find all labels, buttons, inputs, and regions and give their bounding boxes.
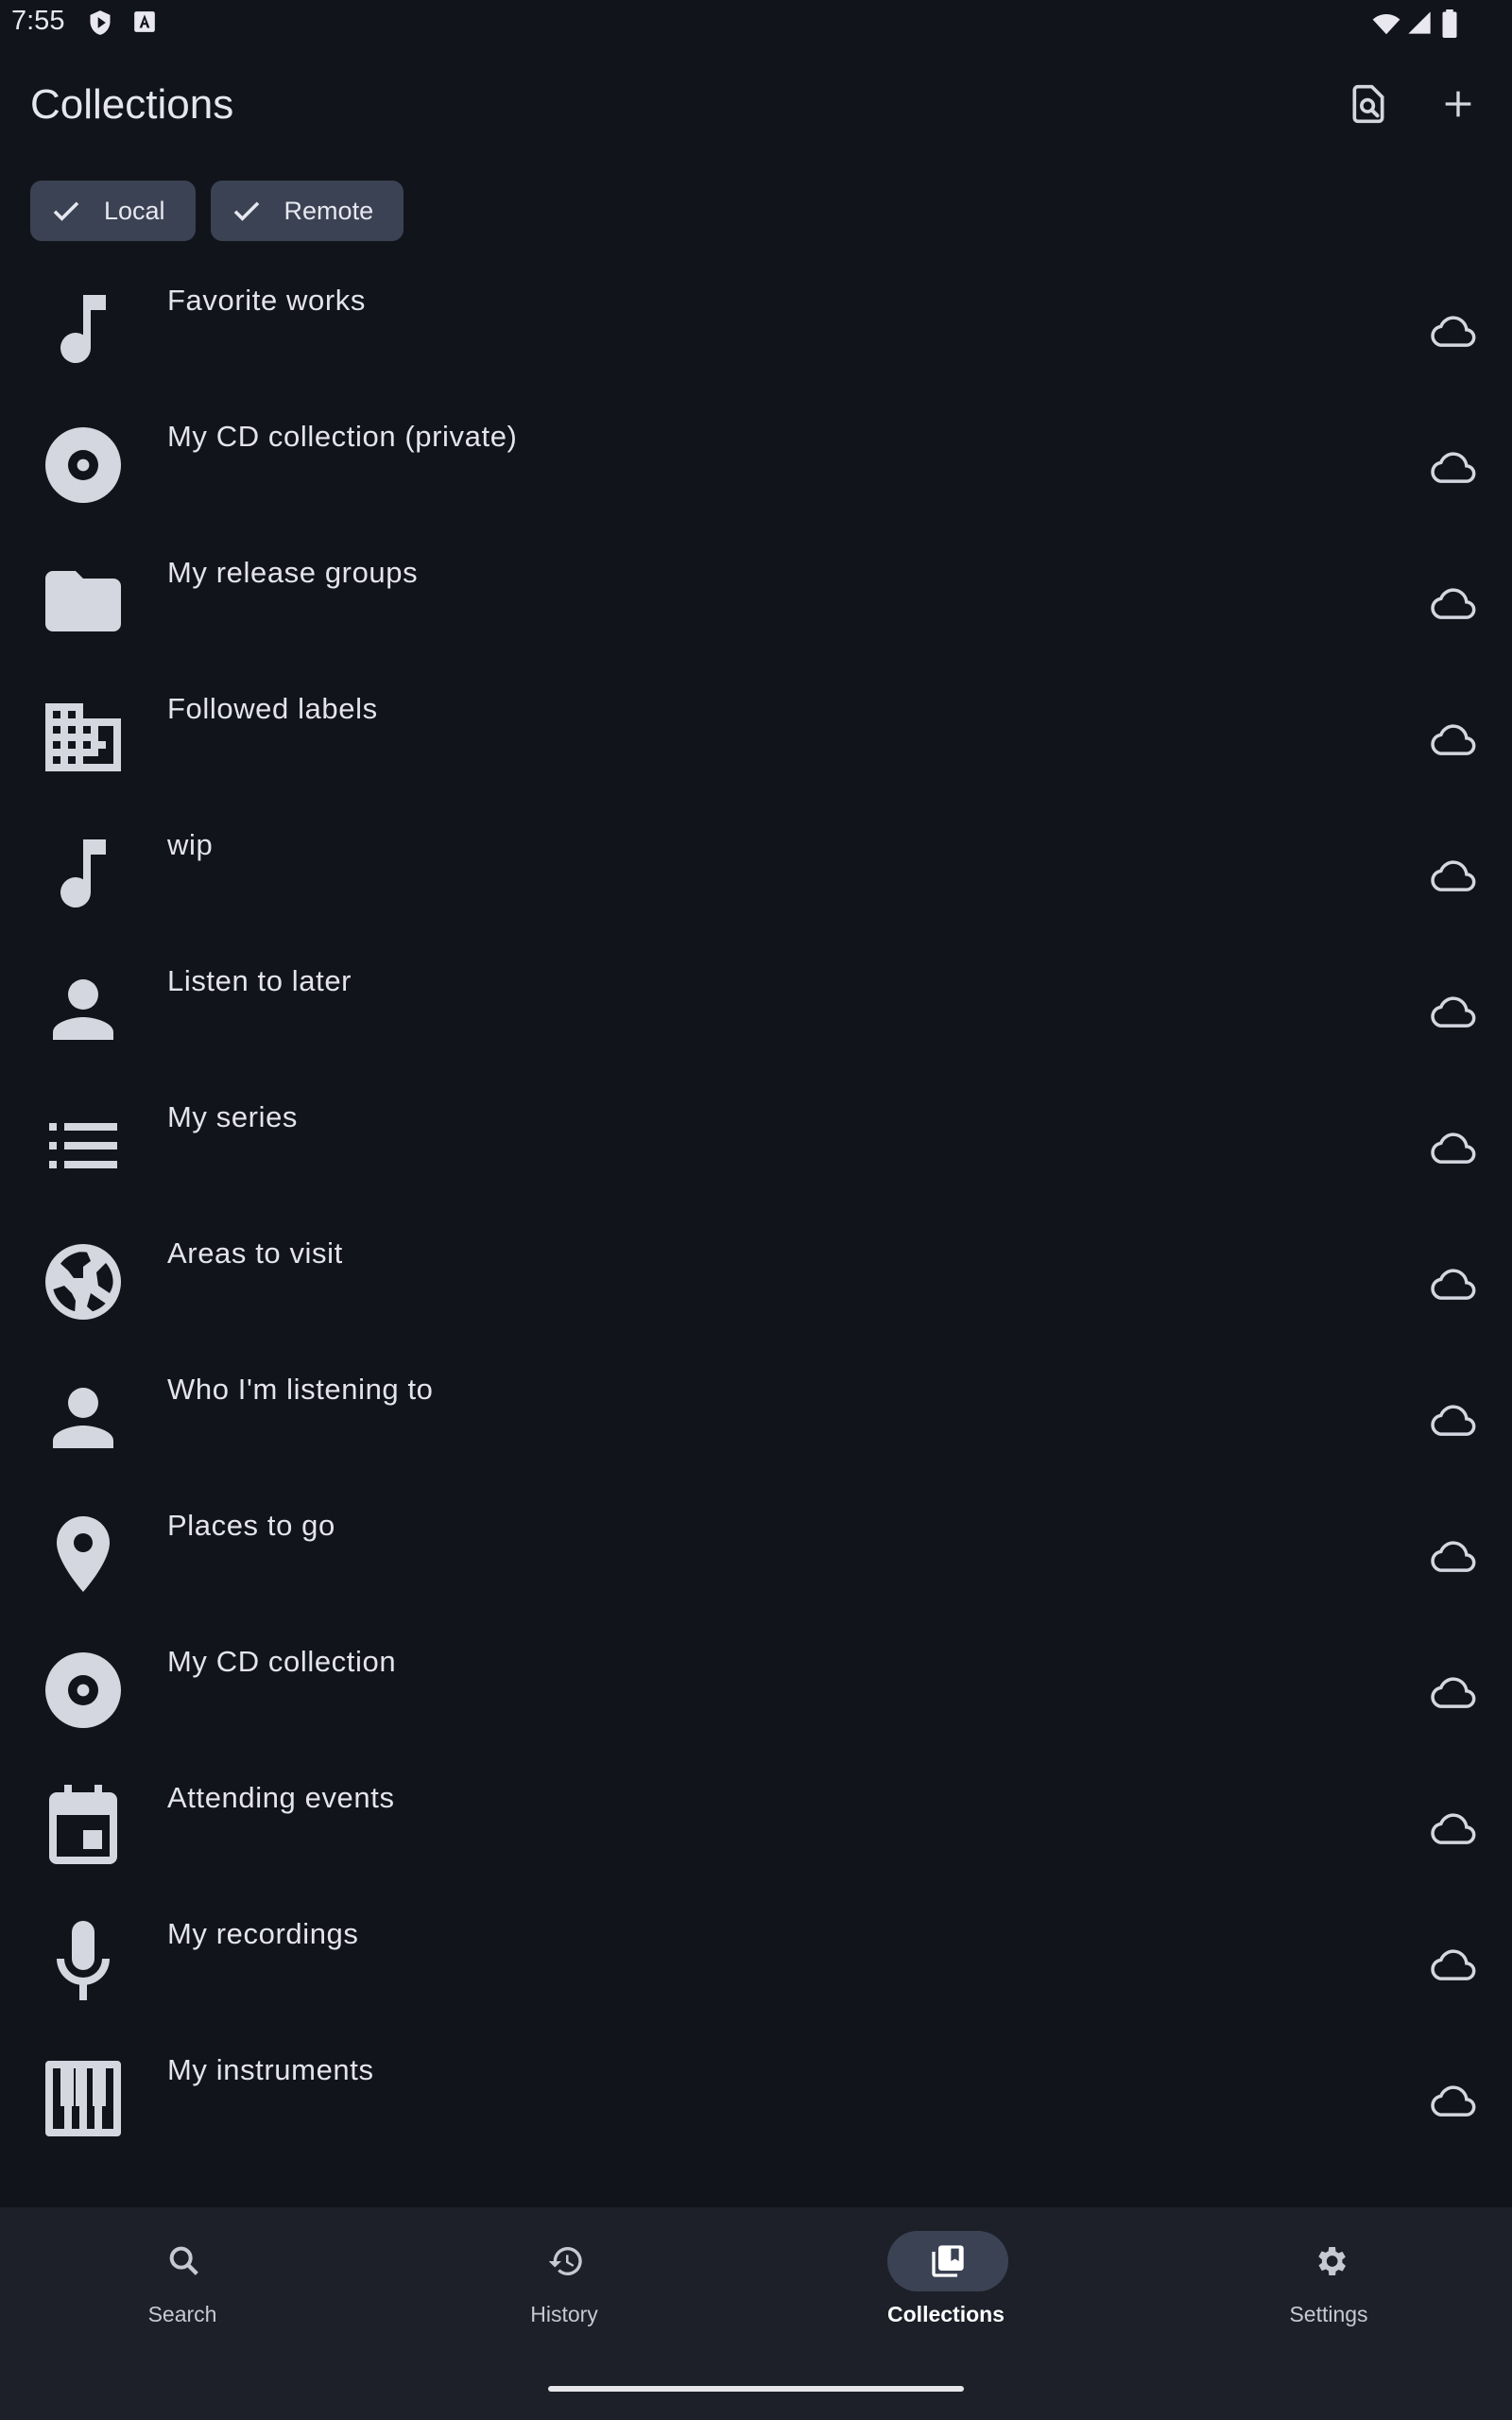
page-title: Collections [30,81,234,128]
list-item[interactable]: Places to go [0,1509,1512,1645]
list-item-label: Listen to later [167,964,352,997]
piano-icon [45,2061,121,2136]
status-bar: 7:55 [0,0,1512,47]
folder-icon [45,571,121,631]
list-item[interactable]: Favorite works [0,284,1512,420]
nav-item-search[interactable]: Search [0,2207,371,2359]
nav-label: Settings [1289,2302,1368,2326]
list-item-label: My CD collection [167,1645,397,1678]
location-pin-icon [57,1516,110,1592]
list-item[interactable]: My instruments [0,2053,1512,2189]
nav-item-collections[interactable]: Collections [757,2207,1135,2359]
gesture-home-indicator[interactable] [548,2386,964,2392]
settings-icon [1318,2247,1346,2275]
cloud-icon [1431,1541,1476,1572]
list-item[interactable]: wip [0,828,1512,964]
list-item-label: wip [167,828,214,861]
list-item-label: Who I'm listening to [167,1373,434,1406]
music-note-icon [60,839,106,908]
cloud-icon [1431,2085,1476,2117]
filter-chips: Local Remote [30,181,404,241]
cloud-icon [1431,1813,1476,1844]
list-icon [49,1123,117,1168]
filter-chip-remote[interactable]: Remote [210,181,404,241]
list-item[interactable]: Followed labels [0,692,1512,828]
label-building-icon [45,703,121,771]
shield-notification-icon [90,10,111,35]
cloud-icon [1431,996,1476,1028]
add-icon [1445,91,1471,117]
signal-icon [1408,11,1431,34]
cloud-icon [1431,316,1476,347]
list-item-label: My release groups [167,556,419,589]
list-item-label: My series [167,1100,299,1133]
nav-item-history[interactable]: History [375,2207,753,2359]
filter-chip-local[interactable]: Local [30,181,196,241]
list-item[interactable]: Attending events [0,1781,1512,1917]
filter-chip-label: Local [104,196,165,225]
wifi-icon [1372,14,1400,35]
cloud-icon [1431,860,1476,891]
battery-icon [1442,9,1457,38]
history-icon [548,2247,582,2275]
list-item-label: Favorite works [167,284,366,317]
list-item[interactable]: My CD collection (private) [0,420,1512,556]
list-item-label: My CD collection (private) [167,420,518,453]
music-note-icon [60,295,106,364]
cloud-icon [1431,452,1476,483]
top-app-bar: Collections [0,57,1512,151]
nav-indicator [1270,2231,1391,2291]
disc-icon [45,427,121,503]
list-item[interactable]: Listen to later [0,964,1512,1100]
status-time: 7:55 [11,6,65,36]
cloud-icon [1431,1677,1476,1708]
cloud-icon [1431,1269,1476,1300]
nav-item-settings[interactable]: Settings [1140,2207,1512,2359]
list-item[interactable]: Who I'm listening to [0,1373,1512,1509]
list-item[interactable]: My release groups [0,556,1512,692]
list-item-label: Attending events [167,1781,395,1814]
add-collection-button[interactable] [1420,66,1496,142]
search-document-button[interactable] [1331,66,1406,142]
search-document-icon [1352,84,1384,124]
disc-icon [45,1652,121,1728]
list-item[interactable]: Areas to visit [0,1236,1512,1373]
globe-icon [45,1244,121,1320]
cloud-icon [1431,1949,1476,1980]
nav-indicator [506,2231,627,2291]
collections-icon [932,2245,964,2277]
calendar-event-icon [49,1785,117,1864]
list-item-label: Followed labels [167,692,378,725]
list-item-label: My instruments [167,2053,374,2086]
cloud-icon [1431,724,1476,755]
person-icon [53,979,113,1040]
check-icon [233,201,259,221]
cloud-icon [1431,1132,1476,1164]
filter-chip-label: Remote [284,196,374,225]
cloud-icon [1431,588,1476,619]
search-icon [169,2246,198,2275]
nav-label: Collections [887,2302,1005,2326]
nav-label: Search [147,2302,217,2326]
nav-indicator [887,2231,1008,2291]
list-item[interactable]: My series [0,1100,1512,1236]
microphone-icon [57,1921,110,2000]
list-item-label: Areas to visit [167,1236,343,1270]
list-item-label: Places to go [167,1509,335,1542]
a-notification-icon [134,11,155,32]
person-icon [53,1388,113,1448]
list-item[interactable]: My CD collection [0,1645,1512,1781]
list-item-label: My recordings [167,1917,359,1950]
nav-indicator [124,2231,245,2291]
cloud-icon [1431,1405,1476,1436]
check-icon [53,201,79,221]
nav-label: History [530,2302,598,2326]
list-item[interactable]: My recordings [0,1917,1512,2053]
